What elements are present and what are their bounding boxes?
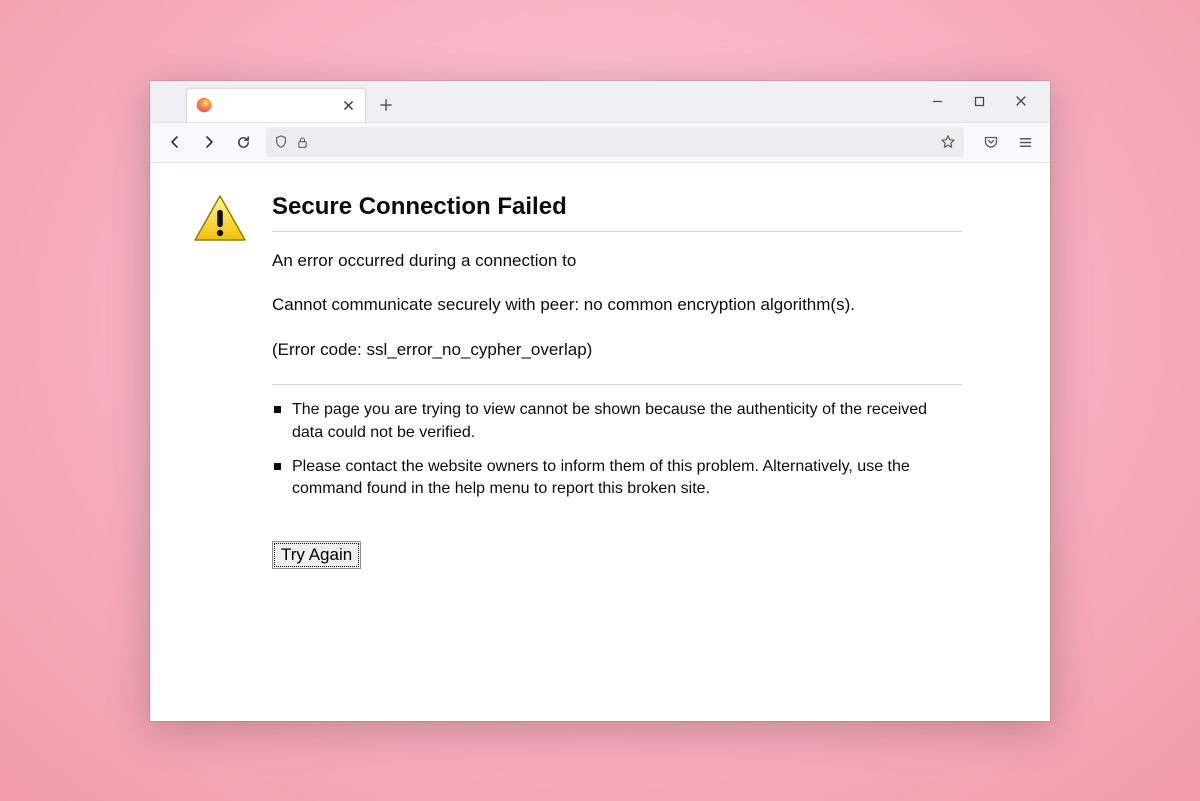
maximize-button[interactable] (958, 81, 1000, 122)
bookmark-star-icon[interactable] (940, 134, 956, 150)
forward-button[interactable] (194, 127, 224, 157)
reload-button[interactable] (228, 127, 258, 157)
lock-icon (296, 136, 309, 149)
error-code: (Error code: ssl_error_no_cypher_overlap… (272, 339, 962, 362)
url-input[interactable] (317, 135, 932, 150)
tab-strip (150, 81, 1050, 123)
error-line-2: Cannot communicate securely with peer: n… (272, 294, 962, 317)
page-content: Secure Connection Failed An error occurr… (150, 163, 1050, 721)
back-button[interactable] (160, 127, 190, 157)
error-bullet: Please contact the website owners to inf… (274, 456, 962, 501)
close-window-button[interactable] (1000, 81, 1042, 122)
minimize-button[interactable] (916, 81, 958, 122)
try-again-button[interactable]: Try Again (272, 541, 361, 569)
error-bullets: The page you are trying to view cannot b… (272, 399, 962, 501)
window-controls (916, 81, 1042, 122)
error-line-1: An error occurred during a connection to (272, 250, 962, 273)
warning-icon (192, 193, 248, 569)
error-bullet: The page you are trying to view cannot b… (274, 399, 962, 444)
url-bar[interactable] (266, 127, 964, 157)
divider (272, 384, 962, 385)
error-heading: Secure Connection Failed (272, 193, 962, 232)
browser-window: Secure Connection Failed An error occurr… (150, 81, 1050, 721)
app-menu-button[interactable] (1010, 127, 1040, 157)
pocket-button[interactable] (976, 127, 1006, 157)
tab-close-button[interactable] (339, 96, 357, 114)
new-tab-button[interactable] (372, 91, 400, 119)
shield-icon (274, 135, 288, 149)
firefox-icon (195, 96, 213, 114)
navigation-toolbar (150, 123, 1050, 163)
browser-tab[interactable] (186, 88, 366, 122)
